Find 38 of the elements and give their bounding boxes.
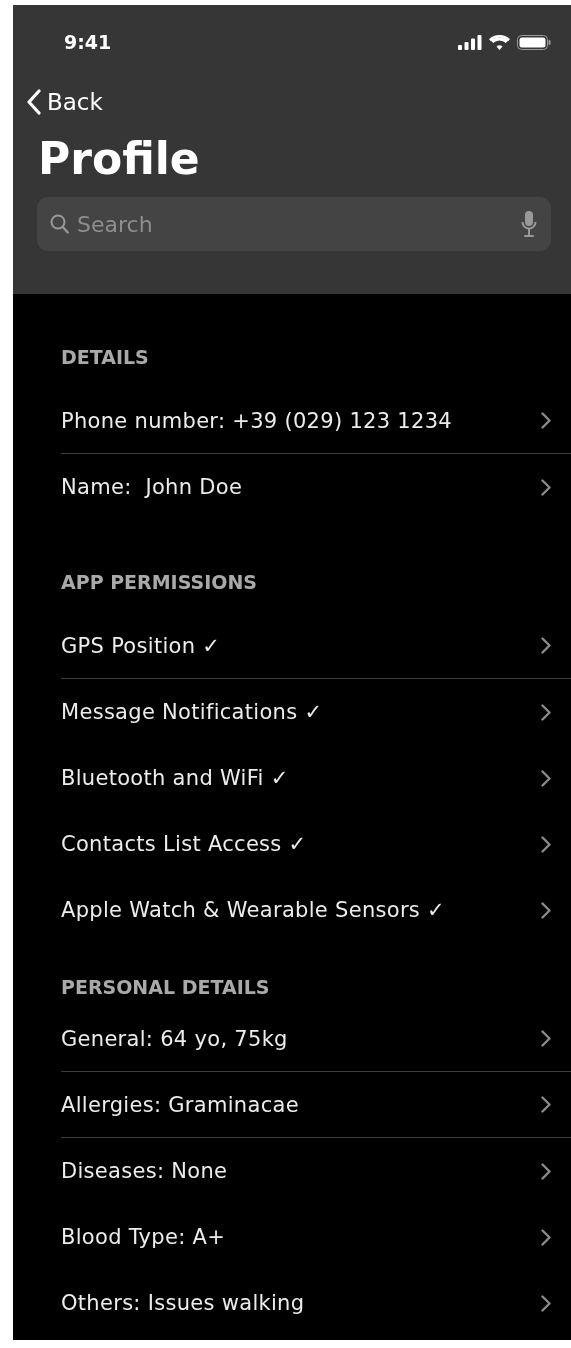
- chevron-left-icon: [27, 89, 41, 115]
- chevron-right-icon: [541, 637, 551, 654]
- section-header: DETAILS: [60, 345, 150, 370]
- list-row[interactable]: Apple Watch & Wearable Sensors ✓: [61, 877, 571, 943]
- list-row[interactable]: Bluetooth and WiFi ✓: [61, 745, 571, 811]
- section-header: APP PERMISSIONS: [60, 570, 258, 595]
- list-row[interactable]: Message Notifications ✓: [61, 679, 571, 745]
- list-row[interactable]: Phone number: +39 (029) 123 1234: [61, 388, 571, 454]
- list-row[interactable]: GPS Position ✓: [61, 613, 571, 679]
- battery-icon: [517, 34, 551, 50]
- chevron-right-icon: [541, 703, 551, 721]
- list-row[interactable]: Name: John Doe: [61, 454, 571, 520]
- page-title: Profile: [38, 133, 201, 185]
- chevron-right-icon: [541, 1228, 551, 1246]
- search-field[interactable]: Search: [77, 211, 513, 237]
- chevron-right-icon: [541, 835, 551, 853]
- list-row[interactable]: Others: Issues walking: [61, 1270, 571, 1336]
- list-row[interactable]: Contacts List Access ✓: [61, 811, 571, 877]
- chevron-right-icon: [541, 769, 551, 787]
- list-row[interactable]: Diseases: None: [61, 1138, 571, 1204]
- chevron-right-icon: [541, 1162, 551, 1180]
- microphone-icon[interactable]: [521, 210, 537, 238]
- chevron-right-icon: [541, 1294, 551, 1312]
- chevron-right-icon: [541, 412, 551, 429]
- search-bar[interactable]: Search: [37, 197, 551, 251]
- signal-icon: [458, 34, 482, 50]
- section-header: PERSONAL DETAILS: [60, 975, 271, 1000]
- back-button[interactable]: Back: [27, 89, 103, 115]
- chevron-right-icon: [541, 1096, 551, 1113]
- search-icon: [50, 214, 69, 234]
- list-row[interactable]: General: 64 yo, 75kg: [61, 1006, 571, 1072]
- status-time: 9:41: [64, 31, 112, 53]
- list-row[interactable]: Allergies: Graminacae: [61, 1072, 571, 1138]
- chevron-right-icon: [541, 1030, 551, 1047]
- chevron-right-icon: [541, 901, 551, 919]
- list-row[interactable]: Blood Type: A+: [61, 1204, 571, 1270]
- chevron-right-icon: [541, 478, 551, 496]
- wifi-icon: [489, 34, 510, 50]
